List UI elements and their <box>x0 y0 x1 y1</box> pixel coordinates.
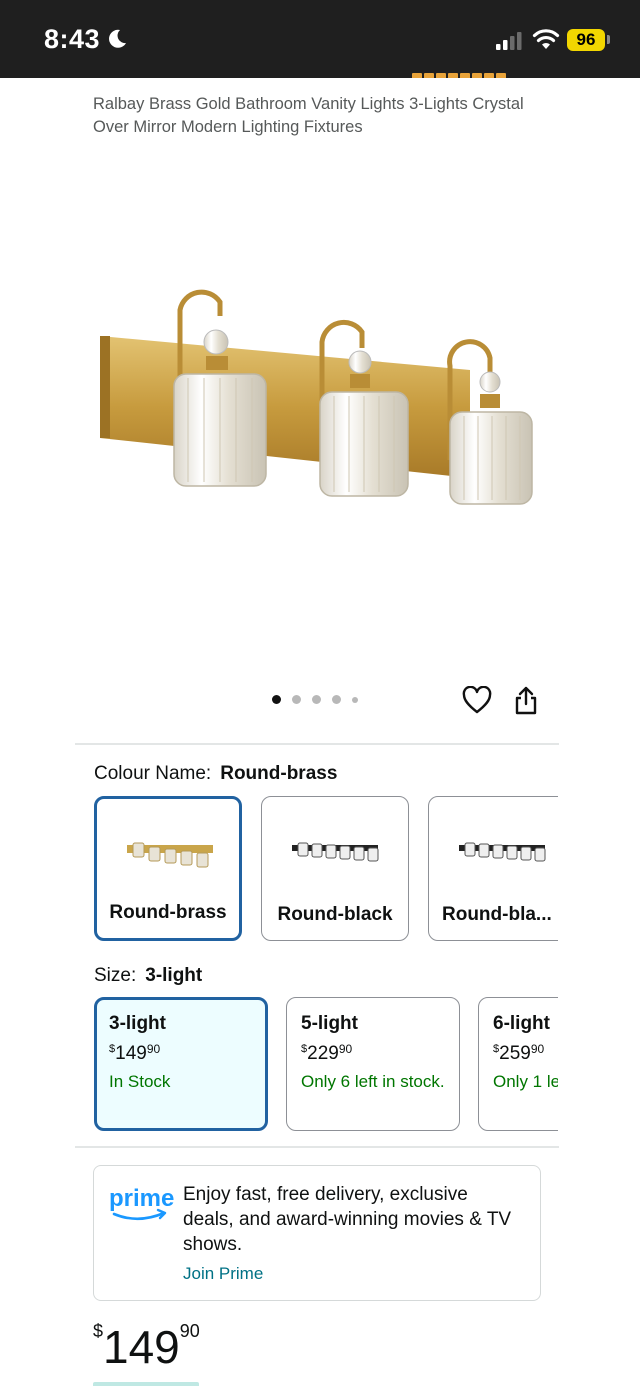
price-currency: $ <box>93 1321 104 1341</box>
prime-upsell-card[interactable]: prime Enjoy fast, free delivery, exclusi… <box>93 1165 541 1301</box>
pagination-dot[interactable] <box>332 695 341 704</box>
svg-text:prime: prime <box>109 1185 174 1212</box>
status-time: 8:43 <box>44 24 101 54</box>
size-selected-value: 3-light <box>145 965 203 986</box>
colour-label: Colour Name: <box>94 763 212 784</box>
battery-tip <box>607 35 610 44</box>
carousel-clip <box>558 780 640 1140</box>
wifi-icon <box>532 29 560 49</box>
divider <box>75 1146 559 1148</box>
pagination-dot[interactable] <box>272 695 281 704</box>
cellular-signal-icon <box>496 32 522 50</box>
partial-badge <box>93 1382 199 1386</box>
size-option-price: $14990 <box>109 1042 161 1064</box>
colour-swatch-round-black-variant[interactable]: Round-bla... <box>428 796 578 941</box>
swatch-label: Round-bla... <box>442 904 552 925</box>
join-prime-link[interactable]: Join Prime <box>183 1264 263 1284</box>
size-label-row: Size: 3-light <box>94 965 202 987</box>
rating-stars-partial <box>412 66 552 78</box>
product-price: $14990 <box>93 1320 200 1374</box>
divider <box>75 743 559 745</box>
pagination-dot[interactable] <box>292 695 301 704</box>
round-black-thumbnail <box>292 842 379 862</box>
price-fraction: 90 <box>179 1321 200 1341</box>
product-image[interactable] <box>70 270 570 530</box>
heart-icon[interactable] <box>462 686 492 714</box>
pagination-dot[interactable] <box>352 696 358 703</box>
size-option-name: 5-light <box>301 1013 358 1034</box>
swatch-label: Round-black <box>277 904 393 925</box>
colour-swatch-round-black[interactable]: Round-black <box>261 796 409 941</box>
prime-description: Enjoy fast, free delivery, exclusive dea… <box>183 1184 512 1255</box>
swatch-label: Round-brass <box>109 902 227 923</box>
size-option-price: $22990 <box>301 1042 353 1064</box>
round-black-variant-thumbnail <box>459 842 546 862</box>
image-pagination[interactable] <box>272 695 358 704</box>
colour-selected-value: Round-brass <box>220 763 338 784</box>
size-option-5-light[interactable]: 5-light $22990 Only 6 left in stock. <box>286 997 460 1131</box>
price-whole: 149 <box>103 1321 180 1373</box>
pagination-dot[interactable] <box>312 695 321 704</box>
colour-swatch-round-brass[interactable]: Round-brass <box>94 796 242 941</box>
size-option-stock: In Stock <box>109 1072 171 1091</box>
size-option-name: 3-light <box>109 1013 166 1034</box>
size-option-stock: Only 6 left in stock. <box>301 1072 445 1091</box>
moon-icon <box>109 29 126 48</box>
round-brass-thumbnail <box>127 842 213 868</box>
share-icon[interactable] <box>513 685 539 715</box>
product-title[interactable]: Ralbay Brass Gold Bathroom Vanity Lights… <box>93 93 563 139</box>
colour-label-row: Colour Name: Round-brass <box>94 763 337 785</box>
size-label: Size: <box>94 965 137 986</box>
prime-logo: prime <box>109 1185 174 1221</box>
battery-indicator: 96 <box>567 29 605 51</box>
size-option-3-light[interactable]: 3-light $14990 In Stock <box>94 997 268 1131</box>
